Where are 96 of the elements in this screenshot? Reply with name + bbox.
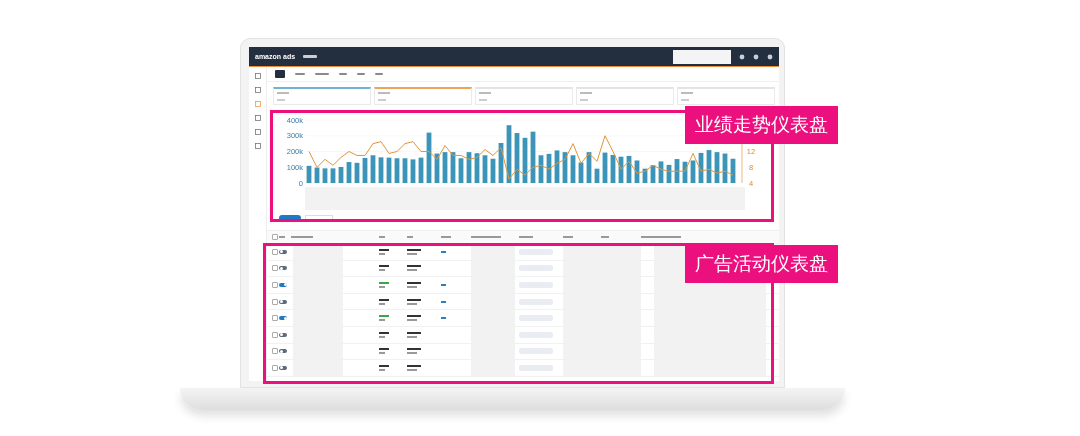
checkbox[interactable] <box>272 234 278 240</box>
metric-card[interactable] <box>374 87 472 105</box>
pill-button[interactable] <box>279 215 301 221</box>
chart-bar <box>442 152 448 183</box>
toggle-switch[interactable] <box>279 316 287 321</box>
text-line <box>641 236 681 238</box>
text-line <box>357 73 365 75</box>
toggle-switch[interactable] <box>279 283 287 287</box>
chart-bar <box>706 150 712 183</box>
checkbox[interactable] <box>272 331 278 338</box>
chart-bar <box>474 153 480 183</box>
chart-bar <box>730 158 736 183</box>
chart-bar <box>426 132 432 183</box>
toggle-switch[interactable] <box>279 249 287 254</box>
chart-bar <box>642 168 648 183</box>
chart-bar <box>370 155 376 183</box>
chart-bar <box>386 157 392 183</box>
chart-bar <box>546 153 552 183</box>
chart-bar <box>586 152 592 183</box>
chart-bar <box>698 152 704 183</box>
chart-bar <box>402 158 408 183</box>
chart-bar <box>490 158 496 183</box>
chart-bar <box>666 164 672 183</box>
chart-bar <box>626 155 632 183</box>
chart-bar <box>602 152 608 183</box>
text-line <box>303 55 318 58</box>
toggle-switch[interactable] <box>279 266 287 271</box>
chart-bar <box>682 161 688 183</box>
text-line <box>375 73 383 75</box>
chart-bar <box>322 168 328 183</box>
chart-bar <box>330 168 336 183</box>
callout-label: 业绩走势仪表盘 <box>685 106 838 144</box>
chart-bar <box>314 167 320 183</box>
toggle-switch[interactable] <box>279 299 287 304</box>
chart-bar <box>394 158 400 183</box>
chart-bar <box>658 161 664 183</box>
chart-bar <box>674 159 680 183</box>
chart-bar <box>482 155 488 183</box>
chart-bar <box>610 154 616 183</box>
chart-bar <box>722 153 728 183</box>
chart-bar <box>570 155 576 183</box>
chart-bar <box>578 162 584 183</box>
toggle-switch[interactable] <box>279 349 287 354</box>
link[interactable] <box>441 250 446 253</box>
chart-bar <box>418 157 424 183</box>
text-line <box>519 236 533 238</box>
chart-bar <box>594 168 600 183</box>
toggle-switch[interactable] <box>279 365 287 370</box>
chart-bar <box>434 153 440 183</box>
chart-bar <box>466 152 472 183</box>
text-line <box>295 73 305 75</box>
chart-bar <box>338 166 344 183</box>
circle-icon[interactable] <box>739 53 745 60</box>
checkbox[interactable] <box>272 315 278 322</box>
input-field[interactable] <box>305 214 333 222</box>
checkbox[interactable] <box>272 364 278 371</box>
chart-bar <box>690 160 696 183</box>
chart-bar <box>362 157 368 183</box>
text-line <box>315 73 329 75</box>
text-line <box>407 282 421 284</box>
chart-bar <box>498 143 504 183</box>
link[interactable] <box>441 317 446 320</box>
chart-bar <box>458 158 464 183</box>
chart-bar <box>306 165 312 183</box>
text-line <box>291 236 313 238</box>
toggle-switch[interactable] <box>279 332 287 337</box>
checkbox[interactable] <box>272 348 278 355</box>
link[interactable] <box>441 300 446 303</box>
circle-icon[interactable] <box>753 53 759 60</box>
chart-bar <box>354 162 360 183</box>
chart-bar <box>530 131 536 183</box>
checkbox[interactable] <box>272 265 278 272</box>
metric-card[interactable] <box>273 87 371 105</box>
chart-bar <box>554 150 560 183</box>
chart-bar <box>522 137 528 183</box>
checkbox[interactable] <box>272 298 278 305</box>
chart-bar <box>450 152 456 183</box>
tooltip <box>275 70 285 78</box>
circle-icon[interactable] <box>767 53 773 60</box>
chart-bar <box>378 157 384 183</box>
chart-bar <box>538 155 544 183</box>
chart-bar <box>506 125 512 183</box>
chart-bar <box>346 162 352 183</box>
chart-bar <box>514 133 520 183</box>
callout-label: 广告活动仪表盘 <box>685 245 838 283</box>
chart-bar <box>562 152 568 183</box>
search-field[interactable] <box>673 49 731 64</box>
text-line <box>471 236 501 238</box>
chart-bar <box>634 160 640 183</box>
chart-bar <box>650 165 656 183</box>
checkbox[interactable] <box>272 282 278 288</box>
chart-bar <box>714 152 720 183</box>
checkbox[interactable] <box>272 248 278 255</box>
chart-bar <box>410 159 416 183</box>
text-line <box>339 73 347 75</box>
chart-bar <box>618 156 624 183</box>
